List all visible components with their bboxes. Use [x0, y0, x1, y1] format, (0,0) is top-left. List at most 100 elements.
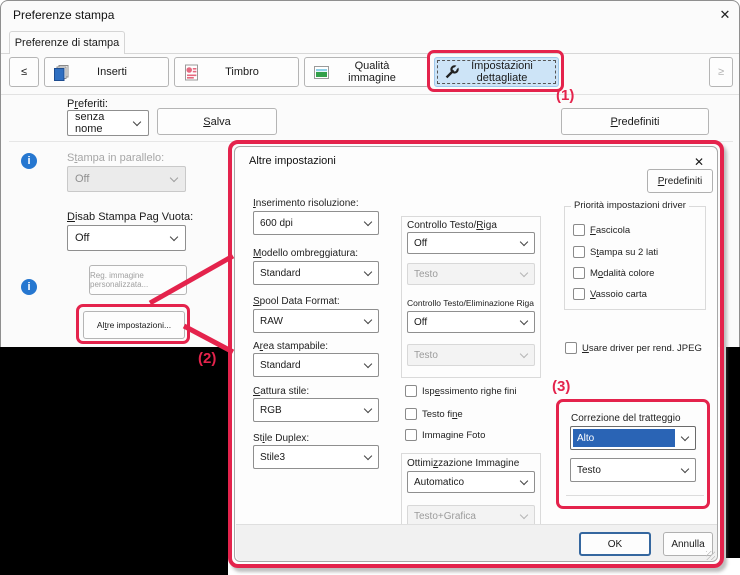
parallel-print-select: Off: [67, 166, 186, 192]
other-settings-button[interactable]: Altre impostazioni...: [83, 311, 185, 339]
defaults-label: Predefiniti: [611, 116, 660, 128]
checkbox-paper-tray[interactable]: Vassoio carta: [573, 288, 647, 300]
custom-image-label: Reg. immagine personalizzata...: [90, 271, 186, 289]
tab-qualita-immagine-button[interactable]: Qualità immagine: [304, 57, 429, 87]
dialog-defaults-button[interactable]: Predefiniti: [647, 169, 713, 193]
tab-impostazioni-dettagliate-label: Impostazioni dettagliate: [460, 60, 558, 84]
chevron-down-icon: [681, 432, 689, 440]
text-line-control-label: Controllo Testo/Riga: [407, 220, 497, 231]
checkbox-label: Testo fine: [422, 409, 463, 420]
disable-blank-page-select[interactable]: Off: [67, 225, 186, 251]
parallel-print-label: Stampa in parallelo:: [67, 152, 164, 164]
duplex-style-select[interactable]: Stile3: [253, 445, 379, 469]
checkbox-label: Immagine Foto: [422, 430, 485, 441]
checkbox-collate[interactable]: Fascicola: [573, 224, 630, 236]
desktop-background: [0, 347, 228, 575]
chevron-down-icon: [681, 464, 689, 472]
scroll-left-label: ≤: [21, 66, 27, 78]
chevron-down-icon: [170, 232, 178, 240]
printable-area-value: Standard: [260, 360, 301, 371]
text-line-control-value: Off: [414, 238, 427, 249]
ok-label: OK: [608, 539, 622, 550]
wrench-icon: [443, 64, 460, 81]
separator: [1, 94, 739, 95]
checkbox-label: Fascicola: [590, 225, 630, 236]
capture-style-value: RGB: [260, 405, 282, 416]
shading-pattern-select[interactable]: Standard: [253, 261, 379, 285]
image-optimization-value: Automatico: [414, 477, 464, 488]
checkbox-box: [565, 342, 577, 354]
spool-format-value: RAW: [260, 316, 283, 327]
chevron-down-icon: [520, 476, 528, 484]
hatching-correction-label: Correzione del tratteggio: [571, 413, 681, 424]
hatching-correction-value: Alto: [573, 429, 675, 447]
tab-inserti-button[interactable]: Inserti: [44, 57, 169, 87]
dialog-title: Altre impostazioni: [249, 155, 336, 167]
close-icon[interactable]: ✕: [713, 5, 737, 25]
tab-impostazioni-dettagliate-button[interactable]: Impostazioni dettagliate: [434, 57, 559, 87]
checkbox-box: [573, 267, 585, 279]
other-settings-dialog: Altre impostazioni ✕ Predefiniti Inserim…: [234, 146, 718, 562]
checkbox-two-sided[interactable]: Stampa su 2 lati: [573, 246, 658, 258]
checkbox-label: Modalità colore: [590, 268, 654, 279]
chevron-down-icon: [364, 267, 372, 275]
image-quality-icon: [313, 64, 330, 81]
image-optimization-sub-value: Testo+Grafica: [414, 511, 476, 522]
tab-label: Preferenze di stampa: [15, 37, 120, 49]
text-line-del-control-sub-value: Testo: [414, 350, 438, 361]
text-line-control-select[interactable]: Off: [407, 232, 535, 254]
checkbox-jpeg-driver[interactable]: Usare driver per rend. JPEG: [565, 342, 702, 354]
stamp-icon: [183, 64, 200, 81]
favorites-value: senza nome: [75, 111, 134, 135]
tab-preferenze-di-stampa[interactable]: Preferenze di stampa: [9, 31, 125, 54]
checkbox-photo-image[interactable]: Immagine Foto: [405, 429, 485, 441]
checkbox-fine-text[interactable]: Testo fine: [405, 408, 463, 420]
checkbox-label: Usare driver per rend. JPEG: [582, 343, 702, 354]
other-settings-label: Altre impostazioni...: [97, 320, 171, 330]
text-line-del-control-select[interactable]: Off: [407, 311, 535, 333]
checkbox-label: Stampa su 2 lati: [590, 247, 658, 258]
resolution-value: 600 dpi: [260, 218, 293, 229]
info-icon: i: [21, 279, 37, 295]
annotation-step-2: (2): [198, 350, 216, 367]
save-button[interactable]: Salva: [157, 108, 277, 135]
chevron-down-icon: [364, 217, 372, 225]
cancel-label: Annulla: [671, 539, 704, 550]
dialog-defaults-label: Predefiniti: [658, 176, 702, 187]
shading-pattern-value: Standard: [260, 268, 301, 279]
checkbox-box: [405, 385, 417, 397]
duplex-style-label: Stile Duplex:: [253, 433, 309, 444]
spool-format-select[interactable]: RAW: [253, 309, 379, 333]
info-icon: i: [21, 153, 37, 169]
scroll-right-button[interactable]: ≥: [709, 57, 733, 87]
parallel-print-value: Off: [75, 173, 89, 185]
disable-blank-page-label: Disab Stampa Pag Vuota:: [67, 211, 193, 223]
printable-area-select[interactable]: Standard: [253, 353, 379, 377]
hatching-correction-sub-value: Testo: [577, 465, 601, 476]
resolution-select[interactable]: 600 dpi: [253, 211, 379, 235]
image-optimization-label: Ottimizzazione Immagine: [407, 458, 519, 469]
favorites-select[interactable]: senza nome: [67, 110, 149, 136]
checkbox-color-mode[interactable]: Modalità colore: [573, 267, 654, 279]
pages-icon: [53, 64, 70, 81]
custom-image-button[interactable]: Reg. immagine personalizzata...: [89, 265, 187, 295]
resize-grip[interactable]: [706, 551, 715, 560]
chevron-down-icon: [520, 510, 528, 518]
checkbox-box: [573, 246, 585, 258]
checkbox-thicken-fine-lines[interactable]: Ispessimento righe fini: [405, 385, 517, 397]
resolution-label: Inserimento risoluzione:: [253, 198, 359, 209]
defaults-button[interactable]: Predefiniti: [561, 108, 709, 135]
scroll-left-button[interactable]: ≤: [9, 57, 39, 87]
tab-timbro-button[interactable]: Timbro: [174, 57, 299, 87]
hatching-correction-select[interactable]: Alto: [570, 426, 696, 450]
capture-style-select[interactable]: RGB: [253, 398, 379, 422]
favorites-label: Preferiti:: [67, 98, 108, 110]
chevron-down-icon: [364, 404, 372, 412]
ok-button[interactable]: OK: [579, 532, 651, 556]
hatching-correction-sub-select[interactable]: Testo: [570, 458, 696, 482]
desktop-background: [726, 347, 740, 558]
checkbox-box: [573, 288, 585, 300]
checkbox-box: [405, 408, 417, 420]
image-optimization-select[interactable]: Automatico: [407, 471, 535, 493]
tab-qualita-immagine-label: Qualità immagine: [330, 60, 428, 84]
